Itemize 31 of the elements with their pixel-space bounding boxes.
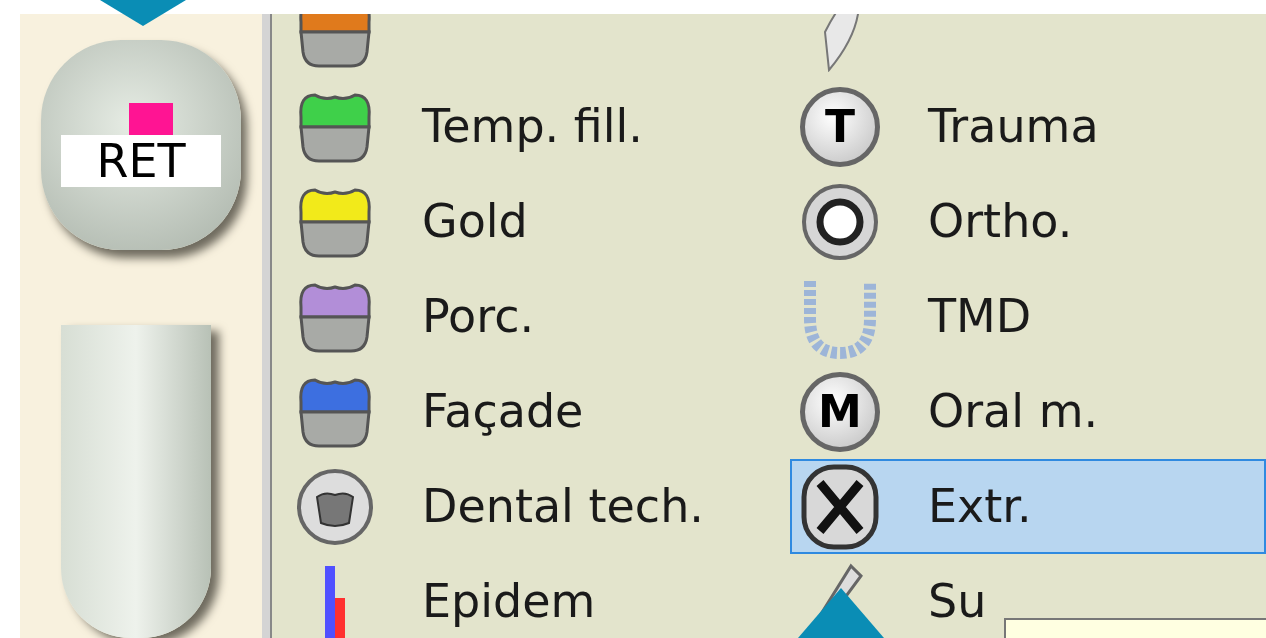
marker-square <box>129 103 173 136</box>
item-label: Gold <box>422 193 528 250</box>
bar-chart-icon <box>325 565 345 638</box>
menu-item[interactable]: Ortho. <box>790 174 1266 269</box>
item-label: Su <box>928 573 987 630</box>
menu-item[interactable]: Gold <box>272 174 790 269</box>
menu-item[interactable]: Temp. fill. <box>272 79 790 174</box>
triangle-pointer-icon <box>100 0 186 26</box>
menu-item[interactable]: T Trauma <box>790 79 1266 174</box>
item-label: Ortho. <box>928 193 1073 250</box>
item-label: Extr. <box>928 478 1032 535</box>
menu-item[interactable]: Porc. <box>272 269 790 364</box>
ring-circle-icon <box>800 181 880 262</box>
crown-label: RET <box>61 135 221 188</box>
item-label: Epidem <box>422 573 596 630</box>
menu-item[interactable]: TMD <box>790 269 1266 364</box>
menu-item[interactable]: Dental tech. <box>272 459 790 554</box>
triangle-pointer-icon <box>798 588 884 638</box>
splitter-bar[interactable] <box>262 14 272 638</box>
item-label: Dental tech. <box>422 478 704 535</box>
item-label: Porc. <box>422 288 535 345</box>
crown-circle-icon <box>295 466 375 547</box>
item-label: Oral m. <box>928 383 1099 440</box>
item-label: Façade <box>422 383 584 440</box>
item-label: TMD <box>928 288 1032 345</box>
item-label: Trauma <box>928 98 1099 155</box>
menu-item[interactable]: Epidem <box>272 554 790 638</box>
menu-item[interactable]: Façade <box>272 364 790 459</box>
item-label: Temp. fill. <box>422 98 643 155</box>
menu-item[interactable]: Extr. <box>790 459 1266 554</box>
menu-item[interactable]: M Oral m. <box>790 364 1266 459</box>
